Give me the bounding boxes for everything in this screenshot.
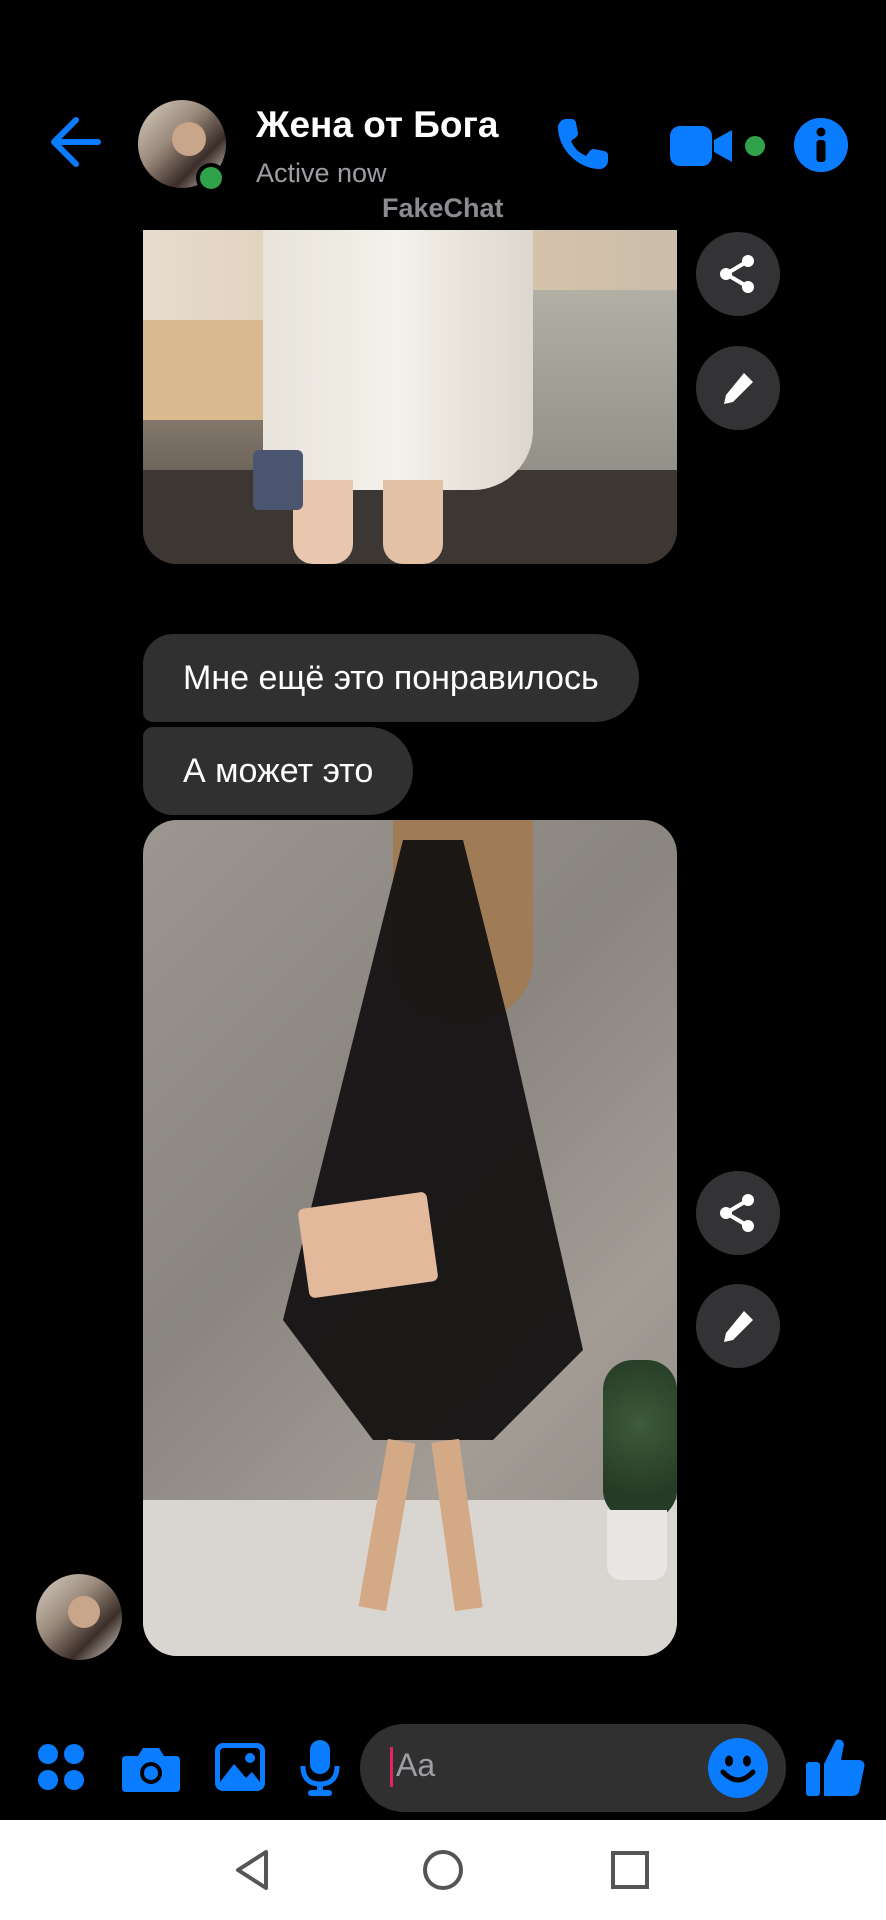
photo-floor	[143, 1500, 677, 1656]
emoji-icon[interactable]	[708, 1738, 768, 1798]
photo-desk	[143, 320, 283, 420]
photo-plant	[603, 1360, 677, 1520]
edit-button[interactable]	[696, 1284, 780, 1368]
camera-icon[interactable]	[122, 1744, 180, 1792]
gallery-icon[interactable]	[214, 1742, 266, 1792]
photo-black-dress	[283, 840, 583, 1440]
text-caret	[390, 1747, 393, 1787]
photo-bag	[253, 450, 303, 510]
share-button[interactable]	[696, 232, 780, 316]
contact-name[interactable]: Жена от Бога	[256, 104, 499, 146]
online-indicator	[196, 163, 226, 193]
share-button[interactable]	[696, 1171, 780, 1255]
photo-leg	[383, 480, 443, 564]
sender-avatar[interactable]	[36, 1574, 122, 1660]
message-bubble[interactable]: Мне ещё это понравилось	[143, 634, 639, 722]
edit-button[interactable]	[696, 346, 780, 430]
message-bubble[interactable]: А может это	[143, 727, 414, 815]
video-active-dot	[745, 136, 765, 156]
video-camera-icon[interactable]	[670, 124, 734, 168]
photo-clutch	[297, 1191, 439, 1299]
share-icon	[720, 255, 754, 293]
message-input-placeholder: Aa	[396, 1747, 436, 1783]
apps-grid-icon[interactable]	[36, 1742, 86, 1792]
pencil-icon	[724, 373, 753, 404]
contact-status: Active now	[256, 158, 387, 188]
phone-icon[interactable]	[552, 113, 614, 175]
share-icon	[720, 1194, 754, 1232]
watermark: FakeChat	[382, 193, 504, 223]
nav-home-icon[interactable]	[421, 1848, 465, 1892]
nav-back-icon[interactable]	[232, 1848, 276, 1892]
microphone-icon[interactable]	[300, 1740, 340, 1796]
image-message-black-dress[interactable]	[143, 820, 677, 1656]
info-icon[interactable]	[794, 118, 848, 172]
back-arrow-icon[interactable]	[44, 112, 104, 172]
thumbs-up-icon[interactable]	[806, 1736, 866, 1798]
pencil-icon	[724, 1311, 753, 1342]
photo-pot	[607, 1510, 667, 1580]
nav-recents-icon[interactable]	[610, 1850, 650, 1890]
